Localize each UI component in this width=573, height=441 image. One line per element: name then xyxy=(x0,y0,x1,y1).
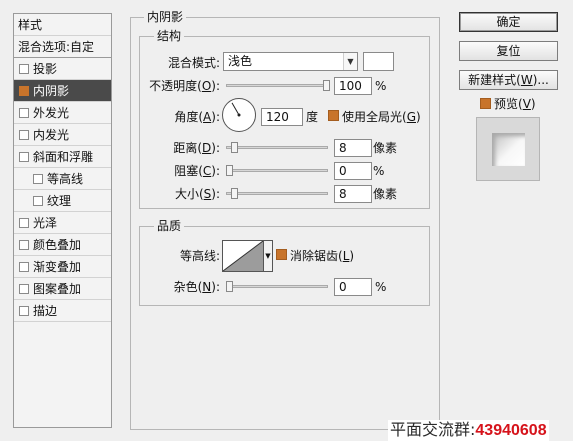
style-list-item[interactable]: 等高线 xyxy=(14,168,111,190)
style-list-item-label: 内发光 xyxy=(33,128,70,142)
reset-button[interactable]: 复位 xyxy=(459,41,558,61)
contour-label: 等高线: xyxy=(179,249,220,263)
style-enable-checkbox[interactable] xyxy=(33,196,43,206)
style-list-item-label: 渐变叠加 xyxy=(33,260,82,274)
blending-options-item[interactable]: 混合选项:自定 xyxy=(14,36,111,58)
style-list-item[interactable]: 描边 xyxy=(14,300,111,322)
ok-button[interactable]: 确定 xyxy=(459,12,558,32)
blend-mode-value: 浅色 xyxy=(228,54,253,68)
global-light-checkbox[interactable] xyxy=(328,110,339,121)
contour-dropdown-button[interactable]: ▼ xyxy=(264,240,273,272)
choke-slider[interactable] xyxy=(226,165,328,176)
style-enable-checkbox[interactable] xyxy=(19,240,29,250)
choke-input[interactable]: 0 xyxy=(334,162,372,180)
opacity-unit: % xyxy=(375,79,387,93)
style-list-item-label: 图案叠加 xyxy=(33,282,82,296)
angle-unit: 度 xyxy=(306,110,319,124)
style-enable-checkbox[interactable] xyxy=(19,130,29,140)
chevron-down-icon: ▼ xyxy=(343,53,357,70)
style-list-item-label: 描边 xyxy=(33,304,58,318)
new-style-button[interactable]: 新建样式(W)... xyxy=(459,70,558,90)
opacity-label: 不透明度(O): xyxy=(149,79,220,93)
style-list-item-label: 光泽 xyxy=(33,216,58,230)
style-list-item-label: 斜面和浮雕 xyxy=(33,150,94,164)
angle-input[interactable]: 120 xyxy=(261,108,303,126)
style-preview-thumbnail xyxy=(476,117,540,181)
preview-checkbox[interactable] xyxy=(480,98,491,109)
style-enable-checkbox[interactable] xyxy=(33,174,43,184)
size-slider[interactable] xyxy=(226,188,328,199)
style-enable-checkbox[interactable] xyxy=(19,284,29,294)
distance-slider[interactable] xyxy=(226,142,328,153)
global-light-label: 使用全局光(G) xyxy=(342,110,421,124)
style-list-item-label: 投影 xyxy=(33,62,58,76)
noise-slider-thumb[interactable] xyxy=(226,281,233,292)
choke-label: 阻塞(C): xyxy=(174,164,220,178)
style-list-item[interactable]: 投影 xyxy=(14,58,111,80)
angle-label: 角度(A): xyxy=(174,110,220,124)
opacity-input[interactable]: 100 xyxy=(334,77,372,95)
style-list-item-label: 等高线 xyxy=(47,172,84,186)
style-list-header: 样式 xyxy=(14,14,111,36)
style-enable-checkbox[interactable] xyxy=(19,152,29,162)
contour-picker[interactable] xyxy=(222,240,264,272)
size-unit: 像素 xyxy=(373,187,398,201)
opacity-slider[interactable] xyxy=(226,80,330,91)
style-enable-checkbox[interactable] xyxy=(19,64,29,74)
style-enable-checkbox[interactable] xyxy=(19,86,29,96)
angle-dial-needle xyxy=(231,102,241,117)
noise-input[interactable]: 0 xyxy=(334,278,372,296)
quality-title: 品质 xyxy=(154,219,185,233)
choke-unit: % xyxy=(373,164,385,178)
style-enable-checkbox[interactable] xyxy=(19,306,29,316)
blend-mode-select[interactable]: 浅色 ▼ xyxy=(223,52,358,71)
size-input[interactable]: 8 xyxy=(334,185,372,203)
distance-unit: 像素 xyxy=(373,141,398,155)
structure-title: 结构 xyxy=(154,29,185,43)
opacity-slider-thumb[interactable] xyxy=(323,80,330,91)
style-list-item-label: 纹理 xyxy=(47,194,72,208)
contour-preview-icon xyxy=(223,241,263,271)
style-list-item[interactable]: 斜面和浮雕 xyxy=(14,146,111,168)
noise-label: 杂色(N): xyxy=(173,280,220,294)
style-enable-checkbox[interactable] xyxy=(19,218,29,228)
size-label: 大小(S): xyxy=(174,187,220,201)
distance-label: 距离(D): xyxy=(173,141,220,155)
size-slider-thumb[interactable] xyxy=(231,188,238,199)
antialias-label: 消除锯齿(L) xyxy=(290,249,355,263)
style-list-item-label: 颜色叠加 xyxy=(33,238,82,252)
style-list-item[interactable]: 纹理 xyxy=(14,190,111,212)
distance-input[interactable]: 8 xyxy=(334,139,372,157)
style-list-item[interactable]: 光泽 xyxy=(14,212,111,234)
panel-title: 内阴影 xyxy=(144,10,187,24)
style-enable-checkbox[interactable] xyxy=(19,262,29,272)
choke-slider-thumb[interactable] xyxy=(226,165,233,176)
distance-slider-thumb[interactable] xyxy=(231,142,238,153)
watermark-text: 平面交流群:43940608 xyxy=(388,420,549,441)
noise-slider[interactable] xyxy=(226,281,328,292)
angle-dial[interactable] xyxy=(222,98,256,132)
style-list-item[interactable]: 外发光 xyxy=(14,102,111,124)
style-list-item-label: 外发光 xyxy=(33,106,70,120)
style-list-item[interactable]: 渐变叠加 xyxy=(14,256,111,278)
style-list-item-label: 内阴影 xyxy=(33,84,70,98)
style-preview-swatch xyxy=(492,133,525,166)
style-enable-checkbox[interactable] xyxy=(19,108,29,118)
style-list-item[interactable]: 颜色叠加 xyxy=(14,234,111,256)
style-list: 样式 混合选项:自定 投影内阴影外发光内发光斜面和浮雕等高线纹理光泽颜色叠加渐变… xyxy=(13,13,112,428)
style-list-item[interactable]: 内阴影 xyxy=(14,80,111,102)
blend-mode-label: 混合模式: xyxy=(167,56,220,70)
style-list-item[interactable]: 内发光 xyxy=(14,124,111,146)
antialias-checkbox[interactable] xyxy=(276,249,287,260)
noise-unit: % xyxy=(375,280,387,294)
preview-label: 预览(V) xyxy=(494,97,536,111)
shadow-color-swatch[interactable] xyxy=(363,52,394,71)
style-list-item[interactable]: 图案叠加 xyxy=(14,278,111,300)
